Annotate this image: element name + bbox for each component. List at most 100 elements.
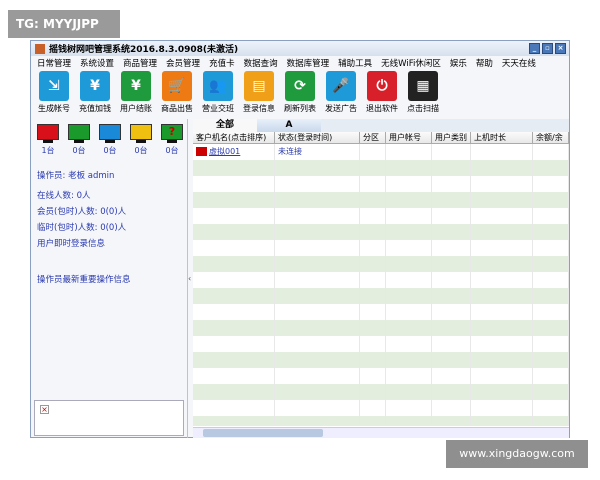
menu-item[interactable]: 充值卡 <box>209 57 235 69</box>
table-row[interactable] <box>193 352 569 368</box>
toolbar-button[interactable]: ¥ 用户结账 <box>119 71 153 117</box>
table-cell <box>275 320 360 336</box>
close-button[interactable]: × <box>555 43 566 54</box>
status-monitor[interactable]: ? 0台 <box>161 124 183 156</box>
menu-item[interactable]: 会员管理 <box>166 57 200 69</box>
menu-item[interactable]: 辅助工具 <box>338 57 372 69</box>
table-row[interactable] <box>193 272 569 288</box>
table-row[interactable] <box>193 416 569 426</box>
table-cell <box>471 272 533 288</box>
table-cell <box>471 352 533 368</box>
table-cell <box>432 416 471 426</box>
minimize-button[interactable]: _ <box>529 43 540 54</box>
horizontal-scrollbar[interactable] <box>193 427 569 438</box>
table-row[interactable] <box>193 176 569 192</box>
menu-item[interactable]: 娱乐 <box>450 57 467 69</box>
table-cell <box>386 240 432 256</box>
table-header: 客户机名(点击排序) 状态(登录时间) 分区 用户帐号 用户类别 上机时长 余额/余 <box>193 132 569 144</box>
column-header[interactable]: 分区 <box>360 132 386 143</box>
table-row[interactable]: 虚拟001 未连接 <box>193 144 569 160</box>
toolbar-button[interactable]: ⏻ 退出软件 <box>365 71 399 117</box>
table-cell <box>193 336 275 352</box>
tab-a[interactable]: A <box>257 119 321 132</box>
column-header[interactable]: 上机时长 <box>471 132 533 143</box>
table-row[interactable] <box>193 368 569 384</box>
toolbar-button[interactable]: ▦ 点击扫描 <box>406 71 440 117</box>
operator-info-link[interactable]: 操作员最新重要操作信息 <box>37 273 131 285</box>
table-cell <box>533 320 569 336</box>
table-row[interactable] <box>193 400 569 416</box>
table-row[interactable] <box>193 288 569 304</box>
table-row[interactable] <box>193 256 569 272</box>
status-monitor[interactable]: 1台 <box>37 124 59 156</box>
table-row[interactable] <box>193 192 569 208</box>
toolbar-button[interactable]: 🎤 发送广告 <box>324 71 358 117</box>
table-row[interactable] <box>193 224 569 240</box>
table-cell <box>275 272 360 288</box>
login-info-link[interactable]: 用户即时登录信息 <box>37 237 105 249</box>
monitor-count: 0台 <box>165 146 179 155</box>
table-cell <box>193 192 275 208</box>
table-cell <box>432 240 471 256</box>
column-header[interactable]: 余额/余 <box>533 132 569 143</box>
tab-all[interactable]: 全部 <box>193 119 257 132</box>
status-monitor[interactable]: 0台 <box>68 124 90 156</box>
table-cell <box>386 288 432 304</box>
table-cell <box>193 208 275 224</box>
menu-item[interactable]: 帮助 <box>476 57 493 69</box>
table-row[interactable] <box>193 304 569 320</box>
temp-count: 临时(包时)人数: 0(0)人 <box>37 223 127 233</box>
table-row[interactable] <box>193 320 569 336</box>
status-monitor[interactable]: 0台 <box>99 124 121 156</box>
monitor-count: 0台 <box>103 146 117 155</box>
account-icon: ⇲ <box>39 71 69 101</box>
power-icon: ⏻ <box>367 71 397 101</box>
toolbar-button[interactable]: 👥 营业交班 <box>201 71 235 117</box>
table-row[interactable] <box>193 336 569 352</box>
monitor-base <box>136 140 146 143</box>
table-cell <box>432 400 471 416</box>
menu-item[interactable]: 系统设置 <box>80 57 114 69</box>
table-cell <box>275 400 360 416</box>
table-row[interactable] <box>193 240 569 256</box>
table-cell <box>193 160 275 176</box>
toolbar-button[interactable]: ⇲ 生成帐号 <box>37 71 71 117</box>
toolbar-button[interactable]: ¥ 充值加钱 <box>78 71 112 117</box>
table-row[interactable] <box>193 160 569 176</box>
toolbar-button[interactable]: ▤ 登录信息 <box>242 71 276 117</box>
table-cell <box>471 288 533 304</box>
table-cell <box>193 352 275 368</box>
toolbar-button[interactable]: ⟳ 刷新列表 <box>283 71 317 117</box>
toolbar-label: 点击扫描 <box>407 104 439 113</box>
table-cell <box>386 352 432 368</box>
table-cell: 未连接 <box>275 144 360 160</box>
column-header[interactable]: 状态(登录时间) <box>275 132 360 143</box>
column-header[interactable]: 用户帐号 <box>386 132 432 143</box>
table-cell <box>432 208 471 224</box>
monitor-icon <box>68 124 90 140</box>
toolbar-label: 登录信息 <box>243 104 275 113</box>
menu-item[interactable]: 数据查询 <box>244 57 278 69</box>
menu-item[interactable]: 天天在线 <box>502 57 536 69</box>
table-cell <box>533 160 569 176</box>
table-cell <box>193 256 275 272</box>
menu-item[interactable]: 日常管理 <box>37 57 71 69</box>
table-body: 虚拟001 未连接 <box>193 144 569 426</box>
broken-image-icon: × <box>40 405 49 414</box>
table-row[interactable] <box>193 384 569 400</box>
menu-item[interactable]: 数据库管理 <box>287 57 330 69</box>
table-cell <box>471 160 533 176</box>
maximize-button[interactable]: ▫ <box>542 43 553 54</box>
menu-item[interactable]: 商品管理 <box>123 57 157 69</box>
table-cell <box>471 320 533 336</box>
toolbar-button[interactable]: 🛒 商品出售 <box>160 71 194 117</box>
column-header[interactable]: 客户机名(点击排序) <box>193 132 275 143</box>
column-header[interactable]: 用户类别 <box>432 132 471 143</box>
client-name[interactable]: 虚拟001 <box>209 147 240 156</box>
table-row[interactable] <box>193 208 569 224</box>
status-monitor[interactable]: 0台 <box>130 124 152 156</box>
table-cell <box>386 144 432 160</box>
scrollbar-thumb[interactable] <box>203 429 323 437</box>
table-cell <box>360 192 386 208</box>
menu-item[interactable]: 无线WiFi休闲区 <box>381 57 441 69</box>
